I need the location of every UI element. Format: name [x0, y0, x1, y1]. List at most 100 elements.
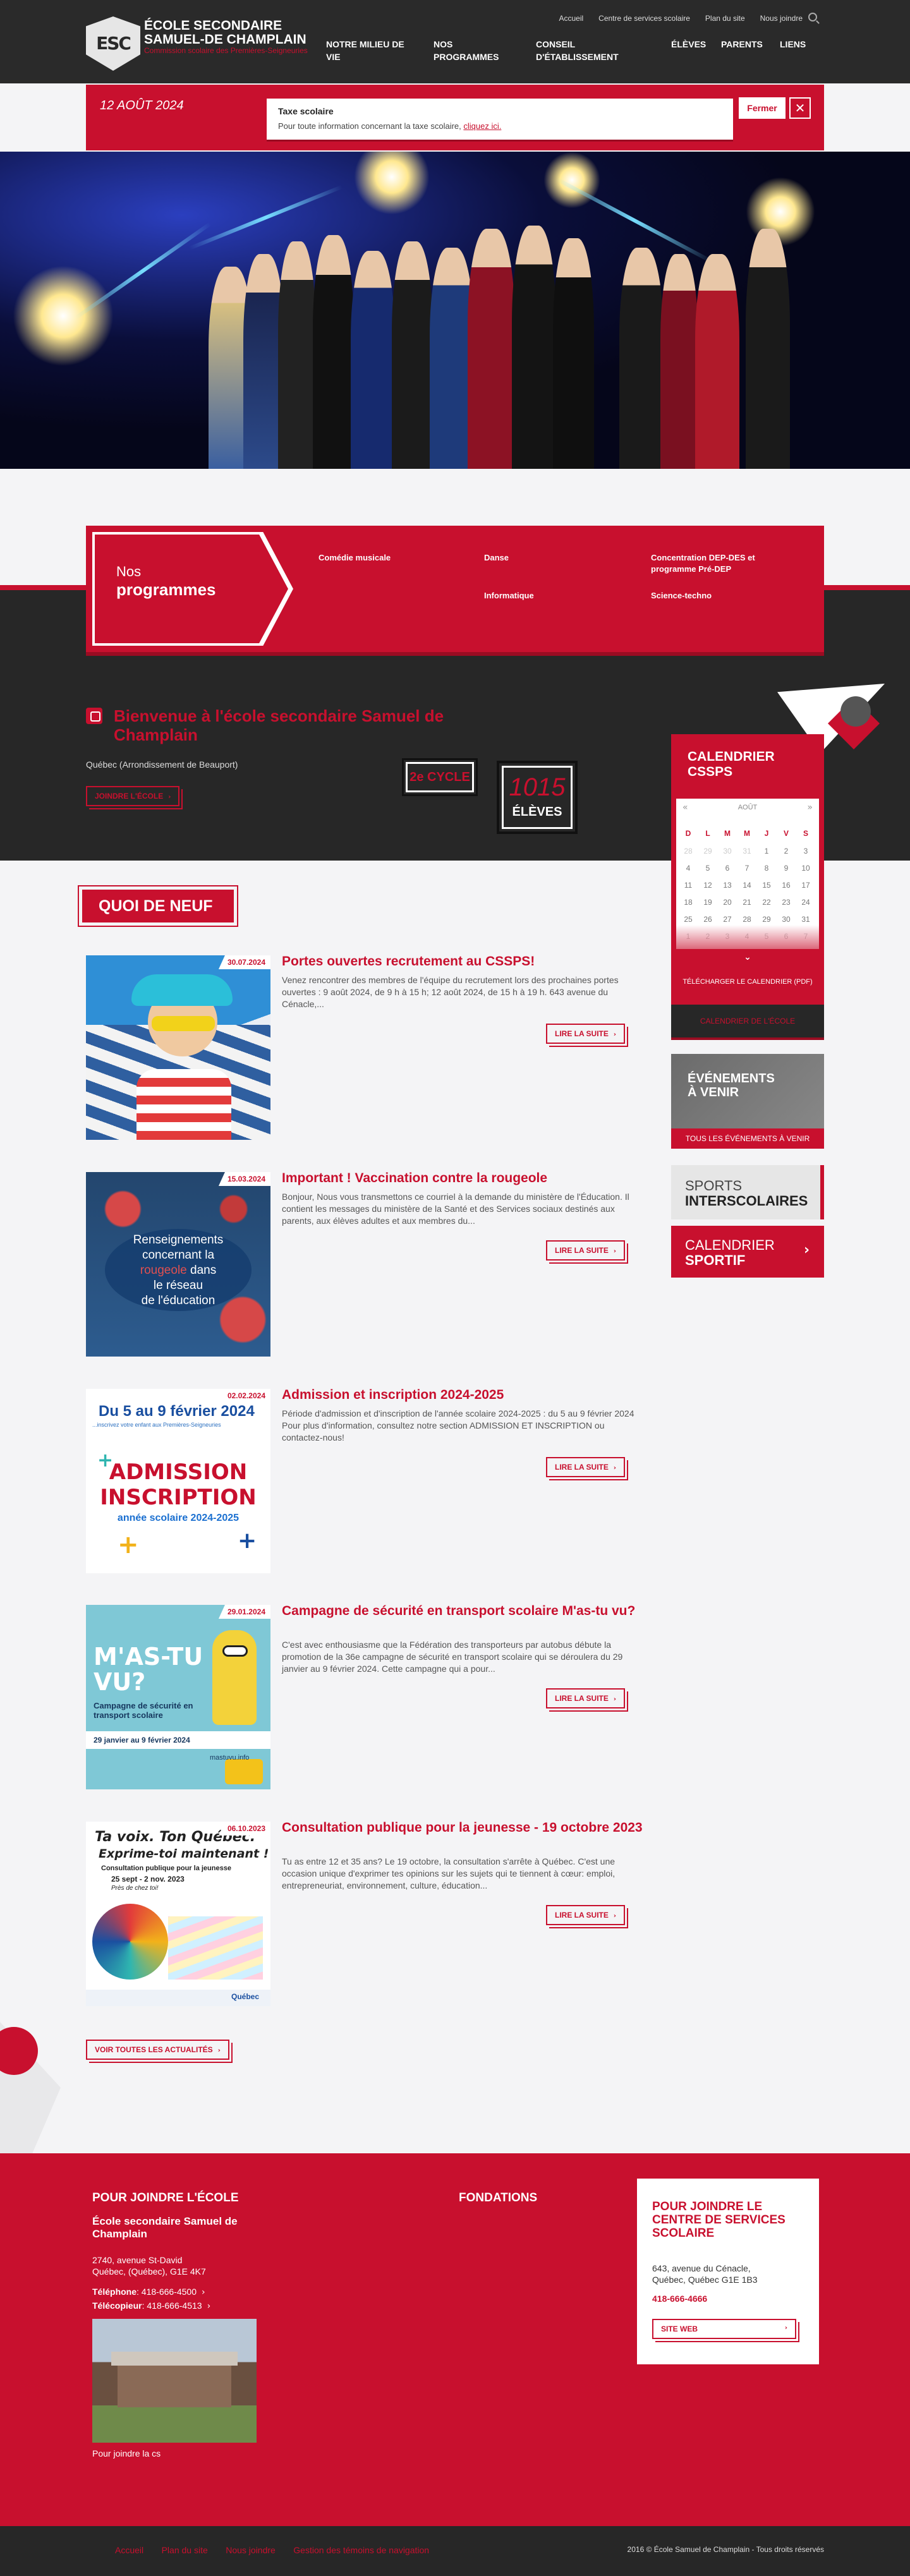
- search-icon[interactable]: [808, 13, 817, 21]
- chevron-right-icon: ›: [207, 2301, 211, 2311]
- util-link-sitemap[interactable]: Plan du site: [705, 14, 745, 23]
- footer-link-contact[interactable]: Nous joindre: [226, 2545, 276, 2555]
- calendar-day[interactable]: 14: [737, 881, 756, 890]
- footer-school-heading: POUR JOINDRE L'ÉCOLE: [92, 2191, 239, 2204]
- read-more-button[interactable]: LIRE LA SUITE ›: [546, 1688, 626, 1708]
- close-icon[interactable]: ✕: [789, 97, 811, 119]
- nav-item-liens[interactable]: LIENS: [780, 38, 806, 51]
- school-logo[interactable]: ESC: [86, 16, 140, 71]
- calendar-day[interactable]: 24: [796, 898, 815, 907]
- programme-link-comedie[interactable]: Comédie musicale: [318, 552, 445, 564]
- calendar-day[interactable]: 9: [777, 864, 796, 873]
- news-title[interactable]: Admission et inscription 2024-2025: [282, 1388, 648, 1403]
- read-more-button[interactable]: LIRE LA SUITE ›: [546, 1024, 626, 1044]
- calendar-day[interactable]: 28: [737, 915, 756, 924]
- calendar-day[interactable]: 11: [679, 881, 698, 890]
- website-button[interactable]: SITE WEB ›: [652, 2319, 796, 2339]
- school-calendar-link[interactable]: CALENDRIER DE L'ÉCOLE: [671, 1005, 824, 1037]
- nav-item-parents[interactable]: PARENTS: [721, 38, 763, 51]
- calendar-title[interactable]: CALENDRIER CSSPS: [688, 749, 801, 780]
- read-more-button[interactable]: LIRE LA SUITE ›: [546, 1240, 626, 1261]
- students-stat: 1015 ÉLÈVES: [497, 761, 578, 834]
- footer-fax[interactable]: Télécopieur: 418-666-4513 ›: [92, 2300, 210, 2312]
- events-widget[interactable]: ÉVÉNEMENTS À VENIR TOUS LES ÉVÉNEMENTS À…: [671, 1054, 824, 1149]
- programme-link-danse[interactable]: Danse: [484, 552, 610, 564]
- calendar-day[interactable]: 22: [757, 898, 776, 907]
- calendar-next-icon[interactable]: »: [807, 802, 813, 813]
- download-calendar-link[interactable]: TÉLÉCHARGER LE CALENDRIER (PDF): [676, 978, 819, 986]
- calendar-day[interactable]: 31: [796, 915, 815, 924]
- footer-address-line1: 2740, avenue St-David: [92, 2255, 183, 2265]
- calendar-day[interactable]: 2: [777, 847, 796, 856]
- calendar-day[interactable]: 20: [718, 898, 737, 907]
- calendar-day[interactable]: 25: [679, 915, 698, 924]
- nav-item-conseil[interactable]: CONSEIL D'ÉTABLISSEMENT: [536, 38, 631, 63]
- close-alert-button[interactable]: Fermer: [739, 97, 786, 119]
- calendar-day[interactable]: 15: [757, 881, 776, 890]
- all-events-link[interactable]: TOUS LES ÉVÉNEMENTS À VENIR: [671, 1128, 824, 1149]
- read-more-button[interactable]: LIRE LA SUITE ›: [546, 1905, 626, 1925]
- news-image[interactable]: Ta voix. Ton Québec. Exprime-toi mainten…: [86, 1822, 270, 2006]
- news-title[interactable]: Campagne de sécurité en transport scolai…: [282, 1604, 648, 1619]
- calendar-day[interactable]: 21: [737, 898, 756, 907]
- all-news-button[interactable]: VOIR TOUTES LES ACTUALITÉS ›: [86, 2040, 229, 2060]
- calendar-day[interactable]: 18: [679, 898, 698, 907]
- news-image[interactable]: Renseignements concernant la rougeole da…: [86, 1172, 270, 1357]
- news-title[interactable]: Important ! Vaccination contre la rougeo…: [282, 1171, 648, 1186]
- calendar-day[interactable]: 26: [698, 915, 717, 924]
- programme-link-informatique[interactable]: Informatique: [484, 590, 610, 602]
- calendar-day[interactable]: 6: [718, 864, 737, 873]
- programme-link-dep[interactable]: Concentration DEP-DES et programme Pré-D…: [651, 552, 790, 575]
- calendar-day[interactable]: 27: [718, 915, 737, 924]
- nav-item-eleves[interactable]: ÉLÈVES: [671, 38, 706, 51]
- calendar-day[interactable]: 1: [757, 847, 776, 856]
- footer-phone[interactable]: Téléphone: 418-666-4500 ›: [92, 2286, 205, 2298]
- calendar-day[interactable]: 10: [796, 864, 815, 873]
- calendar-day[interactable]: 17: [796, 881, 815, 890]
- calendar-day[interactable]: 28: [679, 847, 698, 856]
- util-link-contact[interactable]: Nous joindre: [760, 14, 803, 23]
- contact-school-button[interactable]: JOINDRE L'ÉCOLE ›: [86, 786, 180, 806]
- calendar-day[interactable]: 29: [698, 847, 717, 856]
- calendar-day[interactable]: 29: [757, 915, 776, 924]
- fax-label: Télécopieur: [92, 2301, 142, 2311]
- calendar-day[interactable]: 8: [757, 864, 776, 873]
- alert-date: 12 AOÛT 2024: [100, 99, 184, 112]
- service-center-phone[interactable]: 418-666-4666: [652, 2294, 707, 2304]
- news-title[interactable]: Portes ouvertes recrutement au CSSPS!: [282, 954, 648, 969]
- calendar-day[interactable]: 5: [698, 864, 717, 873]
- news-title[interactable]: Consultation publique pour la jeunesse -…: [282, 1820, 648, 1835]
- read-more-button[interactable]: LIRE LA SUITE ›: [546, 1457, 626, 1477]
- calendar-day[interactable]: 23: [777, 898, 796, 907]
- util-link-service-center[interactable]: Centre de services scolaire: [598, 14, 690, 23]
- calendar-day[interactable]: 31: [737, 847, 756, 856]
- calendar-day[interactable]: 30: [718, 847, 737, 856]
- chevron-right-icon: ›: [168, 794, 171, 801]
- news-image[interactable]: M'AS-TU VU? Campagne de sécurité en trans…: [86, 1605, 270, 1789]
- news-image[interactable]: Du 5 au 9 février 2024 ...inscrivez votr…: [86, 1389, 270, 1573]
- util-link-home[interactable]: Accueil: [559, 14, 583, 23]
- nav-item-milieu[interactable]: NOTRE MILIEU DE VIE: [326, 38, 408, 63]
- chevron-down-icon[interactable]: ⌄: [676, 949, 819, 965]
- interschool-sports-button[interactable]: SPORTS INTERSCOLAIRES: [671, 1165, 824, 1219]
- programme-link-science[interactable]: Science-techno: [651, 590, 777, 602]
- calendar-day[interactable]: 12: [698, 881, 717, 890]
- calendar-day[interactable]: 4: [679, 864, 698, 873]
- nav-item-programmes[interactable]: NOS PROGRAMMES: [434, 38, 503, 63]
- alert-message-box: Taxe scolaire Pour toute information con…: [267, 99, 733, 142]
- school-name[interactable]: ÉCOLE SECONDAIRE SAMUEL-DE CHAMPLAIN: [144, 19, 315, 47]
- image-caption-line: dans: [190, 1264, 217, 1277]
- calendar-day[interactable]: 16: [777, 881, 796, 890]
- sports-calendar-button[interactable]: CALENDRIER SPORTIF ›: [671, 1226, 824, 1278]
- alert-link[interactable]: cliquez ici.: [463, 121, 501, 131]
- footer-link-cookies[interactable]: Gestion des témoins de navigation: [293, 2545, 429, 2555]
- calendar-day[interactable]: 3: [796, 847, 815, 856]
- calendar-day[interactable]: 30: [777, 915, 796, 924]
- calendar-day[interactable]: 19: [698, 898, 717, 907]
- image-caption: 29 janvier au 9 février 2024: [86, 1731, 270, 1749]
- footer-link-home[interactable]: Accueil: [115, 2545, 143, 2555]
- footer-link-sitemap[interactable]: Plan du site: [162, 2545, 208, 2555]
- calendar-day[interactable]: 7: [737, 864, 756, 873]
- news-image[interactable]: 30.07.2024: [86, 955, 270, 1140]
- calendar-day[interactable]: 13: [718, 881, 737, 890]
